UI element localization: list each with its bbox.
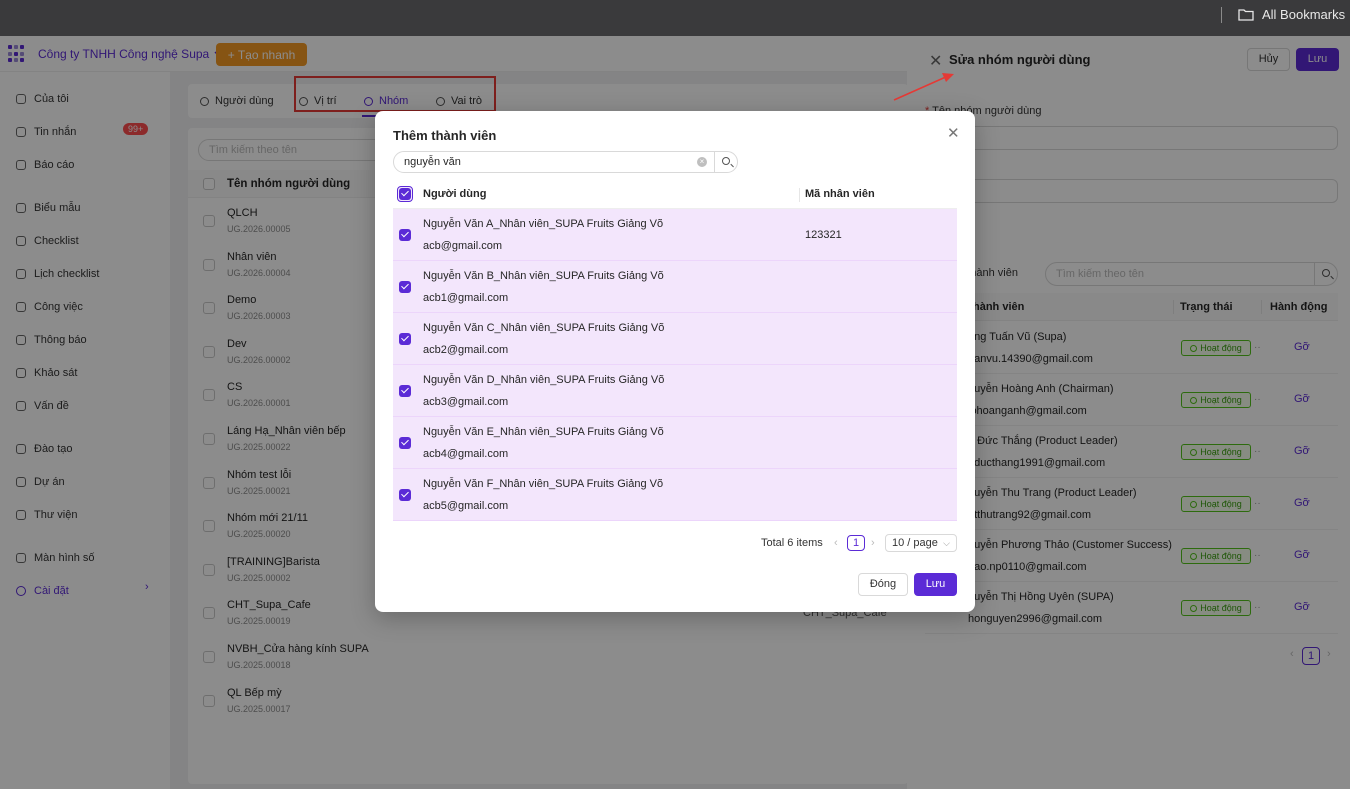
user-email: acb4@gmail.com	[423, 448, 509, 460]
user-email: acb1@gmail.com	[423, 292, 509, 304]
row-checkbox[interactable]	[399, 437, 411, 449]
page-number-button[interactable]: 1	[847, 535, 865, 551]
toolbar-separator	[1221, 7, 1222, 23]
user-name: Nguyễn Văn A_Nhân viên_SUPA Fruits Giảng…	[423, 218, 664, 230]
browser-toolbar: All Bookmarks	[0, 0, 1350, 36]
column-separator	[799, 188, 800, 202]
user-name: Nguyễn Văn F_Nhân viên_SUPA Fruits Giảng…	[423, 478, 664, 490]
close-icon[interactable]: ✕	[947, 124, 960, 142]
user-name: Nguyễn Văn D_Nhân viên_SUPA Fruits Giảng…	[423, 374, 665, 386]
checked-icon	[399, 188, 411, 200]
bookmarks-label: All Bookmarks	[1262, 7, 1346, 22]
user-row[interactable]	[393, 417, 957, 469]
folder-icon	[1238, 9, 1254, 21]
row-checkbox[interactable]	[399, 489, 411, 501]
search-icon	[722, 157, 730, 165]
user-email: acb5@gmail.com	[423, 500, 509, 512]
user-name: Nguyễn Văn B_Nhân viên_SUPA Fruits Giảng…	[423, 270, 664, 282]
user-row[interactable]	[393, 313, 957, 365]
page-size-select[interactable]: 10 / page ⌵	[885, 534, 957, 552]
next-page-icon[interactable]: ›	[871, 537, 875, 549]
user-row[interactable]	[393, 365, 957, 417]
all-bookmarks-button[interactable]: All Bookmarks	[1238, 7, 1345, 22]
row-checkbox[interactable]	[399, 385, 411, 397]
user-row[interactable]	[393, 261, 957, 313]
row-checkbox[interactable]	[399, 229, 411, 241]
close-button[interactable]: Đóng	[858, 573, 908, 596]
previous-page-icon[interactable]: ‹	[834, 537, 838, 549]
save-button[interactable]: Lưu	[914, 573, 957, 596]
add-member-modal: Thêm thành viên ✕ nguyễn văn × Người dùn…	[375, 111, 975, 612]
user-email: acb3@gmail.com	[423, 396, 509, 408]
user-email: acb@gmail.com	[423, 240, 503, 252]
select-all-checkbox[interactable]	[397, 186, 413, 202]
employee-code: 123321	[805, 229, 842, 241]
clear-icon[interactable]: ×	[697, 157, 707, 167]
user-row[interactable]	[393, 209, 957, 261]
modal-search-input[interactable]: nguyễn văn	[393, 151, 715, 173]
user-name: Nguyễn Văn E_Nhân viên_SUPA Fruits Giảng…	[423, 426, 664, 438]
total-items-label: Total 6 items	[761, 537, 823, 549]
annotation-arrow-icon	[893, 73, 954, 101]
row-checkbox[interactable]	[399, 333, 411, 345]
user-email: acb2@gmail.com	[423, 344, 509, 356]
chevron-down-icon: ⌵	[943, 538, 950, 548]
user-row[interactable]	[393, 469, 957, 521]
row-checkbox[interactable]	[399, 281, 411, 293]
user-name: Nguyễn Văn C_Nhân viên_SUPA Fruits Giảng…	[423, 322, 665, 334]
page-size-value: 10 / page	[892, 537, 938, 549]
modal-search-button[interactable]	[714, 151, 738, 173]
user-column-header: Người dùng	[423, 188, 487, 200]
modal-title: Thêm thành viên	[393, 128, 497, 143]
employee-code-column-header: Mã nhân viên	[805, 188, 875, 200]
